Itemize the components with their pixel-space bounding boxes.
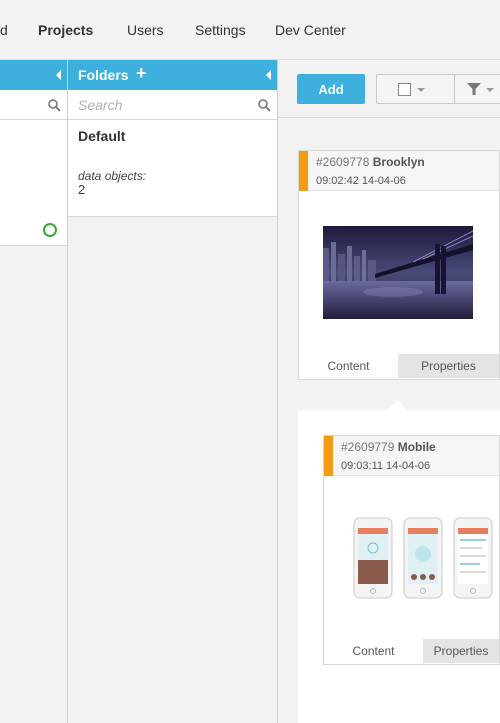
folders-header: Folders + — [68, 60, 277, 90]
top-nav: d Projects Users Settings Dev Center — [0, 0, 500, 60]
object-header: #2609778 Brooklyn 09:02:42 14-04-06 — [299, 151, 499, 191]
chevron-down-icon — [417, 88, 425, 92]
filter-dropdown[interactable] — [454, 74, 500, 104]
object-timestamp: 09:02:42 14-04-06 — [316, 175, 406, 187]
object-timestamp: 09:03:11 14-04-06 — [341, 460, 431, 472]
folder-object-count: 2 — [78, 182, 86, 197]
nav-item-settings[interactable]: Settings — [195, 22, 246, 38]
nav-item-users[interactable]: Users — [127, 22, 164, 38]
objects-toolbar: Add — [278, 60, 500, 118]
object-image[interactable] — [352, 516, 500, 602]
selection-pointer — [387, 400, 407, 410]
tab-content[interactable]: Content — [324, 639, 423, 663]
object-image[interactable] — [323, 226, 473, 319]
checkbox-icon — [398, 83, 411, 96]
tab-properties[interactable]: Properties — [398, 354, 499, 378]
folder-meta-label: data objects: — [78, 169, 147, 183]
data-object-card[interactable]: #2609779 Mobile 09:03:11 14-04-06 Conten… — [323, 435, 500, 665]
folders-title: Folders — [78, 67, 129, 83]
nav-item-dashboard[interactable]: d — [0, 22, 8, 38]
object-id: #2609778 Brooklyn — [316, 155, 425, 169]
object-name: Brooklyn — [372, 155, 425, 169]
chevron-down-icon — [486, 88, 494, 92]
search-icon[interactable] — [258, 99, 271, 112]
nav-item-projects[interactable]: Projects — [38, 22, 93, 38]
folders-column: Folders + Default data objects: 2 — [68, 60, 278, 723]
objects-panel: Add #2609778 Brooklyn 09:02:42 14-04-06 — [278, 60, 500, 723]
folders-search — [68, 90, 277, 120]
tab-properties[interactable]: Properties — [423, 639, 499, 663]
data-object-card[interactable]: #2609778 Brooklyn 09:02:42 14-04-06 Cont… — [298, 150, 500, 380]
projects-column-header — [0, 60, 67, 90]
projects-search[interactable] — [0, 90, 67, 120]
folder-search-input[interactable] — [68, 90, 277, 119]
add-folder-icon[interactable]: + — [136, 64, 147, 82]
filter-icon — [467, 83, 481, 95]
object-header: #2609779 Mobile 09:03:11 14-04-06 — [324, 436, 499, 476]
object-flag — [299, 151, 308, 191]
search-icon[interactable] — [48, 99, 61, 112]
add-button[interactable]: Add — [297, 74, 365, 104]
object-name: Mobile — [397, 440, 436, 454]
collapse-icon[interactable] — [56, 70, 61, 80]
object-flag — [324, 436, 333, 476]
project-card[interactable] — [0, 120, 67, 246]
projects-column — [0, 60, 68, 723]
select-dropdown[interactable] — [376, 74, 462, 104]
nav-item-dev-center[interactable]: Dev Center — [275, 22, 346, 38]
folder-item[interactable]: Default data objects: 2 — [68, 120, 277, 217]
folder-name: Default — [78, 128, 126, 144]
collapse-icon[interactable] — [266, 70, 271, 80]
object-id: #2609779 Mobile — [341, 440, 436, 454]
tab-content[interactable]: Content — [299, 354, 398, 378]
status-circle-icon — [43, 223, 57, 237]
